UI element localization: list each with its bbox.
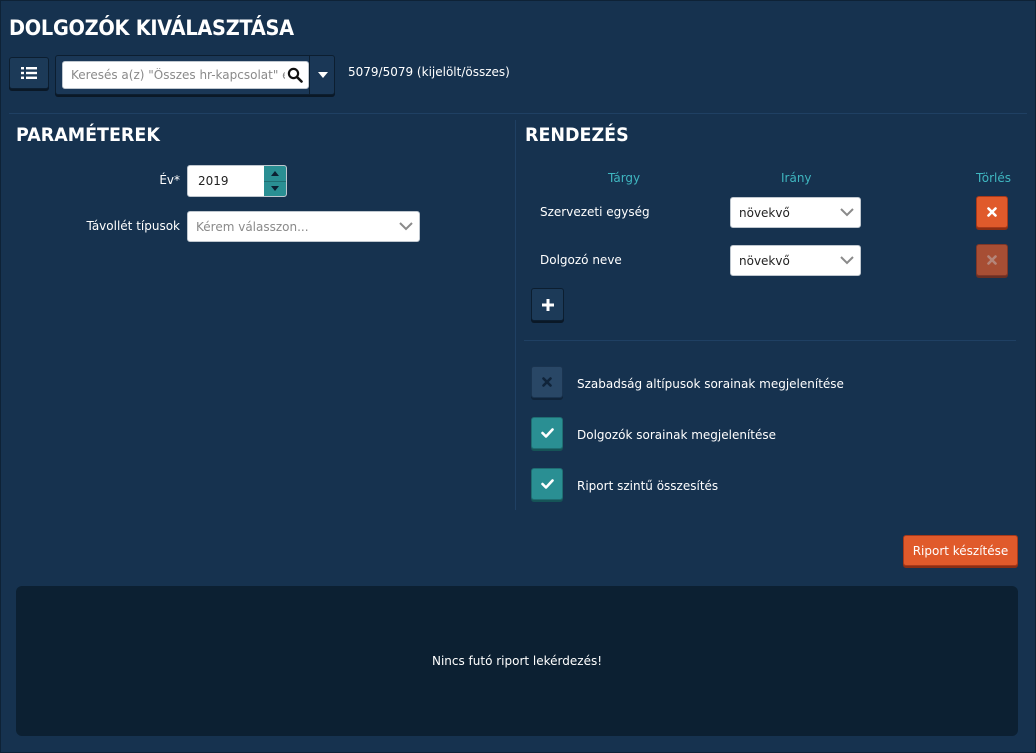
sort-row-label: Dolgozó neve <box>540 253 622 267</box>
delete-sort-button[interactable] <box>976 196 1008 228</box>
plus-icon <box>541 298 554 311</box>
chevron-down-icon <box>840 206 854 220</box>
close-icon <box>542 377 552 387</box>
search-dropdown-button[interactable] <box>309 56 335 94</box>
page-title: DOLGOZÓK KIVÁLASZTÁSA <box>9 16 294 40</box>
divider <box>9 113 1027 114</box>
sort-direction-select[interactable]: növekvő <box>730 197 861 228</box>
search-group <box>55 55 335 95</box>
list-view-button[interactable] <box>9 57 49 89</box>
caret-down-icon <box>271 186 279 192</box>
chevron-down-icon <box>840 254 854 268</box>
add-sort-button[interactable] <box>531 288 564 321</box>
column-header-delete: Törlés <box>976 171 1012 185</box>
year-spinner <box>264 166 286 196</box>
year-label: Év* <box>159 173 180 187</box>
absence-type-placeholder: Kérem válasszon... <box>196 220 309 234</box>
delete-sort-button[interactable] <box>976 244 1008 276</box>
checkbox-label: Dolgozók sorainak megjelenítése <box>577 428 777 442</box>
absence-type-select[interactable]: Kérem válasszon... <box>187 211 420 242</box>
sort-row-label: Szervezeti egység <box>540 205 650 219</box>
column-header-subject: Tárgy <box>608 171 641 185</box>
close-icon <box>987 207 997 217</box>
column-divider <box>515 120 516 510</box>
caret-down-icon <box>317 72 328 78</box>
checkbox-employee-rows[interactable] <box>531 417 563 449</box>
checkbox-label: Riport szintű összesítés <box>577 479 719 493</box>
year-decrement-button[interactable] <box>264 182 286 197</box>
checkbox-leave-subtypes[interactable] <box>531 366 563 398</box>
create-report-button[interactable]: Riport készítése <box>903 535 1018 566</box>
parameters-title: PARAMÉTEREK <box>16 124 160 146</box>
chevron-down-icon <box>399 220 413 234</box>
divider <box>524 340 1016 341</box>
close-icon <box>987 255 997 265</box>
year-increment-button[interactable] <box>264 166 286 182</box>
search-input[interactable] <box>63 62 285 88</box>
search-box <box>62 61 309 89</box>
column-header-direction: Irány <box>781 171 812 185</box>
absence-type-label: Távollét típusok <box>86 219 180 233</box>
checkbox-label: Szabadság altípusok sorainak megjeleníté… <box>577 377 844 391</box>
sort-direction-value: növekvő <box>739 254 790 268</box>
caret-up-icon <box>271 170 279 176</box>
year-value[interactable]: 2019 <box>198 174 229 188</box>
check-icon <box>540 428 554 438</box>
result-panel: Nincs futó riport lekérdezés! <box>16 586 1018 736</box>
sorting-title: RENDEZÉS <box>525 124 629 146</box>
sort-direction-value: növekvő <box>739 206 790 220</box>
selection-count: 5079/5079 (kijelölt/összes) <box>348 65 510 79</box>
check-icon <box>540 479 554 489</box>
list-icon <box>21 67 37 79</box>
search-icon[interactable] <box>287 67 303 83</box>
result-message: Nincs futó riport lekérdezés! <box>431 654 603 668</box>
year-stepper[interactable]: 2019 <box>187 165 287 197</box>
sort-direction-select[interactable]: növekvő <box>730 245 861 276</box>
checkbox-report-summary[interactable] <box>531 468 563 500</box>
